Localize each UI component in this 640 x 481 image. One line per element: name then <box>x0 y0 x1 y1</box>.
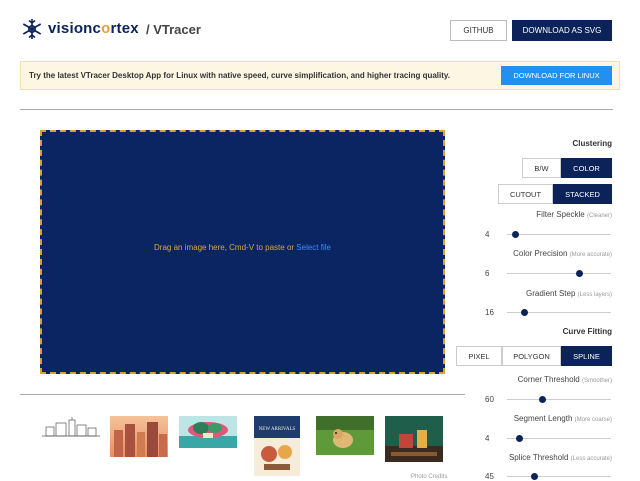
svg-text:NEW ARRIVALS: NEW ARRIVALS <box>259 427 296 432</box>
param-hint: (Smoother) <box>581 378 612 384</box>
gallery-thumb-poster[interactable]: NEW ARRIVALS <box>254 416 300 476</box>
curve-fitting-title: Curve Fitting <box>562 327 612 336</box>
app-title: / VTracer <box>146 22 201 37</box>
slider-knob[interactable] <box>539 396 546 403</box>
drop-text: Drag an image here, Cmd-V to paste or <box>154 243 297 252</box>
slider-knob[interactable] <box>512 231 519 238</box>
color-precision-label: Color Precision (More accurate) <box>513 249 612 258</box>
snowflake-logo-icon <box>22 19 42 39</box>
filter-speckle-value: 4 <box>485 230 490 239</box>
bw-option[interactable]: B/W <box>522 158 561 178</box>
param-hint: (More accurate) <box>569 252 612 258</box>
color-precision-value: 6 <box>485 269 490 278</box>
select-file-link[interactable]: Select file <box>296 243 331 252</box>
param-name: Filter Speckle <box>536 210 585 219</box>
param-name: Splice Threshold <box>508 453 569 462</box>
spline-option[interactable]: SPLINE <box>561 346 612 366</box>
gallery-thumb-island[interactable] <box>179 416 237 448</box>
corner-threshold-label: Corner Threshold (Smoother) <box>518 375 612 384</box>
gallery-thumb-sketch[interactable] <box>42 417 100 439</box>
image-drop-zone[interactable]: Drag an image here, Cmd-V to paste or Se… <box>40 130 445 374</box>
param-name: Gradient Step <box>526 289 576 298</box>
slider-knob[interactable] <box>531 473 538 480</box>
pixel-option[interactable]: PIXEL <box>456 346 502 366</box>
param-hint: (Less layers) <box>577 292 612 298</box>
color-precision-slider[interactable] <box>507 270 611 277</box>
slider-knob[interactable] <box>516 435 523 442</box>
segment-length-slider[interactable] <box>507 435 611 442</box>
gradient-step-label: Gradient Step (Less layers) <box>526 289 612 298</box>
brand-logo-text: visioncortex <box>48 20 139 37</box>
slider-knob[interactable] <box>576 270 583 277</box>
download-svg-button[interactable]: DOWNLOAD AS SVG <box>512 20 612 41</box>
brand-text-part: rtex <box>110 20 139 37</box>
clustering-title: Clustering <box>572 139 612 148</box>
gallery-thumb-city[interactable] <box>110 416 168 457</box>
gradient-step-value: 16 <box>485 308 494 317</box>
segment-length-value: 4 <box>485 434 490 443</box>
promo-banner: Try the latest VTracer Desktop App for L… <box>20 61 620 90</box>
github-button[interactable]: GITHUB <box>450 20 507 41</box>
brand-text-part: visionc <box>48 20 102 37</box>
filter-speckle-label: Filter Speckle (Cleaner) <box>536 210 612 219</box>
corner-threshold-value: 60 <box>485 395 494 404</box>
gallery-thumb-pixel-art[interactable] <box>385 416 443 462</box>
param-hint: (Cleaner) <box>586 213 612 219</box>
segment-length-label: Segment Length (More coarse) <box>514 414 612 423</box>
gallery-thumb-dog[interactable] <box>316 416 374 455</box>
cutout-option[interactable]: CUTOUT <box>498 184 553 204</box>
splice-threshold-label: Splice Threshold (Less accurate) <box>509 453 612 462</box>
divider <box>20 109 613 110</box>
param-hint: (More coarse) <box>574 417 612 423</box>
filter-speckle-slider[interactable] <box>507 231 611 238</box>
slider-knob[interactable] <box>521 309 528 316</box>
splice-threshold-slider[interactable] <box>507 473 611 480</box>
banner-text: Try the latest VTracer Desktop App for L… <box>29 71 450 80</box>
drop-instructions: Drag an image here, Cmd-V to paste or Se… <box>42 243 443 252</box>
download-linux-button[interactable]: DOWNLOAD FOR LINUX <box>501 66 612 85</box>
divider <box>20 394 465 395</box>
param-name: Corner Threshold <box>517 375 580 384</box>
polygon-option[interactable]: POLYGON <box>502 346 561 366</box>
color-option[interactable]: COLOR <box>561 158 612 178</box>
param-name: Segment Length <box>513 414 573 423</box>
gradient-step-slider[interactable] <box>507 309 611 316</box>
corner-threshold-slider[interactable] <box>507 396 611 403</box>
param-hint: (Less accurate) <box>570 456 612 462</box>
param-name: Color Precision <box>513 249 568 258</box>
stacked-option[interactable]: STACKED <box>553 184 612 204</box>
app-header: visioncortex / VTracer GITHUB DOWNLOAD A… <box>0 0 640 60</box>
photo-credits-link[interactable]: Photo Credits <box>411 474 447 480</box>
